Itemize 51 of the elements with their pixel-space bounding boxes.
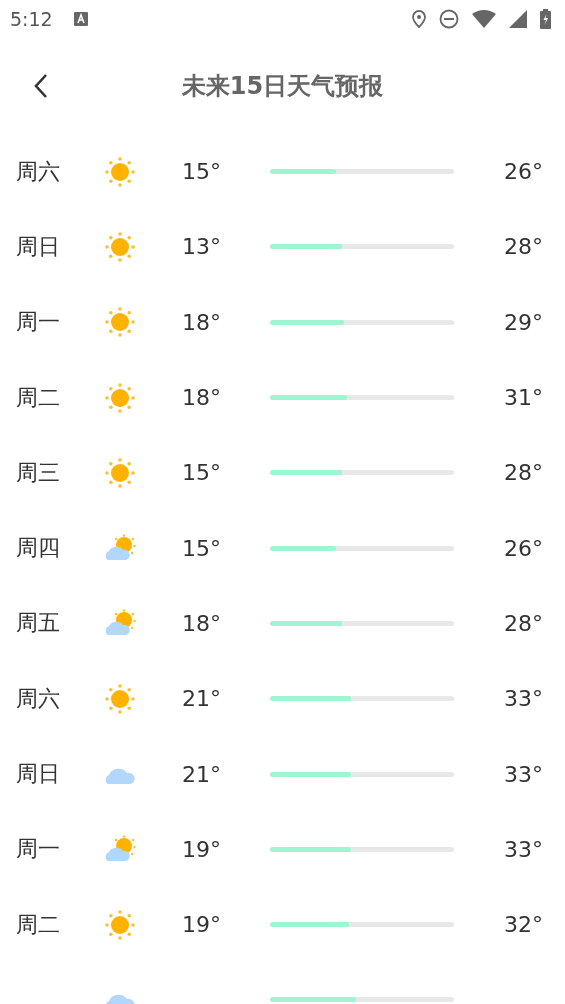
low-temperature: 18° (182, 385, 221, 411)
day-label: 周六 (16, 158, 60, 184)
sun-icon (104, 306, 136, 339)
day-label: 周一 (16, 836, 60, 862)
high-temperature: 32° (504, 912, 543, 938)
wifi-icon (472, 10, 496, 28)
day-label: 周四 (16, 535, 60, 561)
low-temperature: 21° (182, 686, 221, 712)
status-time: 5:12 (10, 8, 53, 30)
sun-behind-cloud-icon (104, 534, 136, 563)
low-temperature: 18° (182, 309, 221, 335)
low-temperature: 15° (182, 159, 221, 185)
low-temperature: 18° (182, 610, 221, 636)
day-label: 周三 (16, 459, 60, 485)
sun-behind-cloud-icon (104, 835, 136, 864)
sun-icon (104, 908, 136, 941)
sun-behind-cloud-icon (104, 609, 136, 638)
high-temperature: 33° (504, 836, 543, 862)
sun-icon (104, 381, 136, 414)
keyboard-icon (73, 12, 88, 26)
location-icon (412, 10, 426, 28)
day-label: 周二 (16, 911, 60, 937)
low-temperature: 13° (182, 234, 221, 260)
sun-icon (104, 155, 136, 188)
low-temperature: 15° (182, 460, 221, 486)
low-temperature: 19° (182, 836, 221, 862)
high-temperature: 28° (504, 234, 543, 260)
day-label: 周一 (16, 309, 60, 335)
signal-icon (509, 10, 527, 28)
low-temperature: 21° (182, 761, 221, 787)
sun-icon (104, 230, 136, 263)
sun-icon (104, 456, 136, 489)
day-label: 周日 (16, 761, 60, 786)
day-label: 周六 (16, 685, 60, 711)
high-temperature: 26° (504, 159, 543, 185)
day-label: 周二 (16, 384, 60, 410)
day-label: 周五 (16, 610, 60, 636)
high-temperature: 33° (504, 761, 543, 787)
high-temperature: 28° (504, 610, 543, 636)
high-temperature: 29° (504, 309, 543, 335)
low-temperature: 19° (182, 912, 221, 938)
high-temperature: 28° (504, 460, 543, 486)
battery-icon (540, 9, 551, 29)
low-temperature: 15° (182, 535, 221, 561)
day-label: 周日 (16, 233, 60, 259)
do-not-disturb-icon (439, 9, 459, 29)
high-temperature: 26° (504, 535, 543, 561)
high-temperature: 31° (504, 385, 543, 411)
sun-icon (104, 682, 136, 715)
high-temperature: 33° (504, 686, 543, 712)
page-title: 未来15日天气预报 (181, 71, 384, 102)
